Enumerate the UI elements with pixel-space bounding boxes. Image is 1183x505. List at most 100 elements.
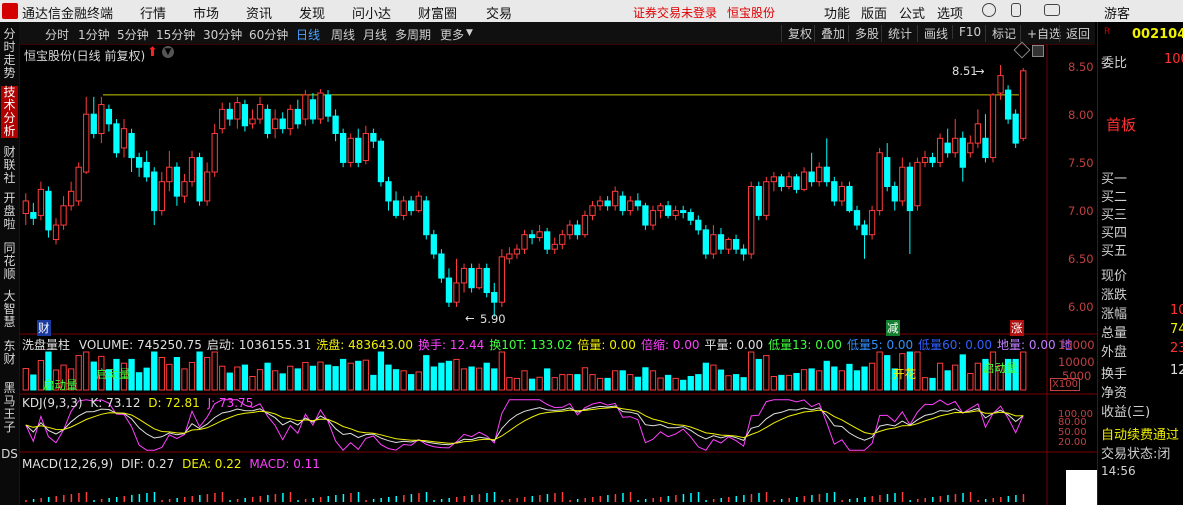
macd-bar bbox=[493, 492, 496, 502]
trade-state-label: 交易状态:闭 bbox=[1101, 447, 1171, 462]
toolbar-stats[interactable]: 统计 bbox=[881, 25, 912, 42]
period-weekly[interactable]: 周线 bbox=[331, 26, 355, 43]
macd-indicator-name[interactable]: MACD(12,26,9) bbox=[22, 457, 113, 471]
stock-code[interactable]: 002104 bbox=[1132, 27, 1183, 42]
macd-bar bbox=[123, 496, 126, 502]
volume-bar bbox=[717, 369, 725, 391]
menu-item-layout[interactable]: 版面 bbox=[861, 3, 887, 22]
volume-bar bbox=[355, 360, 362, 391]
candle-body bbox=[30, 212, 37, 219]
first-board-label: 首板 bbox=[1106, 116, 1137, 134]
macd-bar bbox=[508, 499, 511, 502]
tab-dazhihui[interactable]: 大智慧 bbox=[1, 290, 18, 329]
toolbar-f10[interactable]: F10 bbox=[952, 25, 981, 39]
toolbar-back[interactable]: 返回 bbox=[1059, 25, 1090, 42]
chart-grid bbox=[19, 44, 1097, 505]
toolbar-multi-stock[interactable]: 多股 bbox=[848, 25, 879, 42]
macd-bar bbox=[327, 496, 330, 502]
toolbar-draw[interactable]: 画线 bbox=[917, 25, 948, 42]
event-badge-earnings[interactable]: 财 bbox=[37, 320, 51, 336]
refresh-icon[interactable] bbox=[982, 3, 996, 17]
volume-bar bbox=[498, 351, 505, 391]
toolbar-overlay[interactable]: 叠加 bbox=[814, 25, 845, 42]
bid-2-label: 买二 bbox=[1101, 190, 1128, 205]
period-daily[interactable]: 日线 bbox=[296, 26, 320, 43]
period-15min[interactable]: 15分钟 bbox=[156, 26, 195, 43]
volume-bar bbox=[604, 377, 611, 391]
menu-item-formula[interactable]: 公式 bbox=[899, 3, 925, 22]
volume-bar bbox=[332, 366, 339, 391]
period-multi[interactable]: 多周期 bbox=[395, 26, 431, 43]
volume-bar bbox=[173, 357, 181, 391]
candle-body bbox=[302, 94, 309, 120]
menu-item-trade[interactable]: 交易 bbox=[486, 3, 512, 22]
volume-bar bbox=[566, 374, 573, 391]
period-5min[interactable]: 5分钟 bbox=[117, 26, 149, 43]
candle-body bbox=[98, 104, 105, 134]
period-30min[interactable]: 30分钟 bbox=[203, 26, 242, 43]
toolbar-add-watch[interactable]: +自选 bbox=[1020, 25, 1061, 42]
macd-bar bbox=[501, 500, 503, 502]
candle-body bbox=[642, 205, 649, 226]
trade-login-notice[interactable]: 证券交易未登录 bbox=[633, 4, 717, 21]
chevron-down-icon[interactable]: ▼ bbox=[466, 28, 473, 38]
guest-label[interactable]: 游客 bbox=[1104, 3, 1130, 22]
candle-body bbox=[589, 205, 596, 216]
macd-bar bbox=[743, 495, 745, 502]
volume-bar bbox=[884, 355, 891, 391]
candle-body bbox=[1012, 113, 1019, 144]
volume-indicator-name[interactable]: 洗盘量柱 bbox=[22, 338, 70, 352]
candle-body bbox=[808, 171, 815, 183]
kline-chart[interactable] bbox=[19, 44, 1097, 505]
period-more[interactable]: 更多 bbox=[440, 26, 464, 43]
volume-field: 地量: 0.00 bbox=[997, 338, 1056, 352]
macd-bar bbox=[403, 495, 405, 502]
tab-dongcai[interactable]: 东财 bbox=[1, 340, 18, 366]
period-60min[interactable]: 60分钟 bbox=[249, 26, 288, 43]
macd-bar bbox=[524, 497, 526, 502]
volume-bar bbox=[415, 371, 422, 391]
menu-item-options[interactable]: 选项 bbox=[937, 3, 963, 22]
macd-bar bbox=[229, 500, 231, 502]
square-icon[interactable] bbox=[1032, 45, 1044, 57]
chevron-down-icon[interactable]: ▼ bbox=[162, 46, 174, 58]
current-stock-name[interactable]: 恒宝股份 bbox=[727, 4, 775, 21]
menu-item-function[interactable]: 功能 bbox=[824, 3, 850, 22]
menu-item-market[interactable]: 市场 bbox=[193, 3, 219, 22]
auto-renew-notice[interactable]: 自动续费通过 bbox=[1101, 424, 1179, 443]
event-badge-reduce[interactable]: 减 bbox=[886, 320, 900, 336]
tab-technical[interactable]: 技术分析 bbox=[1, 86, 18, 138]
mail-icon[interactable] bbox=[1044, 4, 1060, 16]
candle-body bbox=[816, 166, 823, 183]
volume-bar bbox=[664, 374, 672, 391]
tab-heima[interactable]: 黑马王子 bbox=[1, 382, 18, 434]
tab-ds[interactable]: DS bbox=[1, 448, 18, 461]
macd-bar bbox=[1000, 497, 1002, 502]
tab-cailianshe[interactable]: 财联社 bbox=[1, 146, 18, 185]
candle-body bbox=[649, 210, 657, 226]
candle-body bbox=[710, 234, 717, 255]
candle-body bbox=[151, 171, 158, 212]
toolbar-adjust[interactable]: 复权 bbox=[781, 25, 812, 42]
event-badge-limitup[interactable]: 涨 bbox=[1010, 320, 1024, 336]
volume-bar bbox=[596, 377, 604, 391]
candle-body bbox=[868, 210, 876, 236]
kdj-indicator-name[interactable]: KDJ(9,3,3) bbox=[22, 396, 83, 410]
toolbar-mark[interactable]: 标记 bbox=[985, 25, 1016, 42]
tab-intraday[interactable]: 分时走势 bbox=[1, 28, 18, 80]
tab-kaipanla[interactable]: 开盘啦 bbox=[1, 192, 18, 231]
candle-body bbox=[256, 104, 264, 120]
macd-bar bbox=[637, 500, 639, 502]
menu-item-discover[interactable]: 发现 bbox=[299, 3, 325, 22]
period-intraday[interactable]: 分时 bbox=[45, 26, 69, 43]
period-monthly[interactable]: 月线 bbox=[363, 26, 387, 43]
menu-item-wealth[interactable]: 财富圈 bbox=[418, 3, 457, 22]
macd-bar bbox=[629, 492, 632, 502]
menu-item-ask[interactable]: 问小达 bbox=[352, 3, 391, 22]
menu-item-quotes[interactable]: 行情 bbox=[140, 3, 166, 22]
menu-item-news[interactable]: 资讯 bbox=[246, 3, 272, 22]
period-1min[interactable]: 1分钟 bbox=[78, 26, 110, 43]
phone-icon[interactable] bbox=[1011, 3, 1021, 17]
app-title: 通达信金融终端 bbox=[22, 7, 114, 22]
tab-tonghuashun[interactable]: 同花顺 bbox=[1, 242, 18, 281]
